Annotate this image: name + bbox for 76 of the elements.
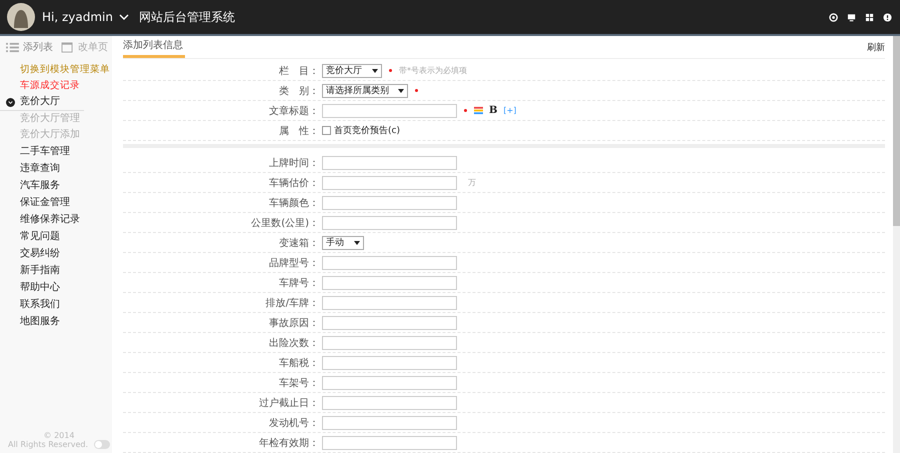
sidebar-section[interactable]: 竞价大厅 (20, 94, 60, 110)
user-menu[interactable]: Hi, zyadmin (42, 10, 113, 24)
monitor-icon[interactable] (847, 12, 856, 22)
field-label: 变速箱： (278, 236, 319, 250)
color-palette-icon[interactable] (474, 106, 483, 115)
bold-button[interactable]: B (489, 105, 498, 116)
sidebar-link[interactable]: 车源成交记录 (0, 78, 112, 94)
sidebar-item[interactable]: 联系我们 (0, 296, 112, 313)
sidebar-item[interactable]: 地图服务 (0, 313, 112, 330)
copyright-text: © 2014 (44, 431, 74, 440)
text-input[interactable] (322, 356, 457, 370)
sidebar-item[interactable]: 维修保养记录 (0, 211, 112, 228)
text-input[interactable] (322, 176, 457, 190)
field-label: 排放/车牌： (264, 296, 319, 310)
text-input[interactable] (322, 216, 457, 230)
text-input[interactable] (322, 276, 457, 290)
settings-icon[interactable] (829, 12, 838, 22)
text-input[interactable] (322, 436, 457, 450)
text-input[interactable] (322, 376, 457, 390)
avatar-icon[interactable] (6, 2, 36, 32)
field-label: 出险次数： (268, 336, 319, 350)
caret-icon[interactable] (119, 14, 129, 20)
field-label: 发动机号： (268, 416, 319, 430)
field-label: 事故原因： (268, 316, 319, 330)
field-label: 车辆颜色： (268, 196, 319, 210)
toggle-switch[interactable] (94, 440, 110, 449)
rights-text: All Rights Reserved. (8, 440, 88, 449)
sidebar-item[interactable]: 保证金管理 (0, 194, 112, 211)
field-label: 车架号： (278, 376, 319, 390)
checkbox[interactable] (322, 126, 331, 135)
field-label: 品牌型号： (268, 256, 319, 270)
sidebar-item[interactable]: 帮助中心 (0, 279, 112, 296)
sidebar-item[interactable]: 交易纠纷 (0, 245, 112, 262)
scrollbar[interactable] (893, 36, 900, 453)
collapse-icon[interactable] (6, 98, 15, 106)
field-label: 过户截止日： (258, 396, 319, 410)
text-input[interactable] (322, 396, 457, 410)
hint-text: 带*号表示为必填项 (399, 65, 467, 76)
app-title: 网站后台管理系统 (139, 8, 235, 26)
field-label: 上牌时间： (268, 156, 319, 170)
text-input[interactable] (322, 196, 457, 210)
checkbox-label: 首页竞价预告(c) (334, 124, 400, 137)
grid-icon[interactable] (865, 12, 874, 22)
select-field[interactable]: 竞价大厅 (322, 64, 382, 78)
field-label: 公里数(公里)： (250, 216, 319, 230)
field-label: 年检有效期： (258, 436, 319, 450)
unit-text: 万 (468, 177, 476, 188)
field-label: 文章标题： (268, 104, 319, 118)
text-input[interactable] (322, 316, 457, 330)
title-input[interactable] (322, 104, 457, 118)
refresh-link[interactable]: 刷新 (867, 41, 885, 58)
help-icon[interactable] (883, 12, 892, 22)
field-label: 车船税： (278, 356, 319, 370)
field-label: 车辆估价： (268, 176, 319, 190)
dropdown-icon (354, 240, 360, 244)
sidebar-item[interactable]: 常见问题 (0, 228, 112, 245)
page-icon (61, 42, 74, 52)
text-input[interactable] (322, 256, 457, 270)
list-icon (6, 42, 19, 52)
field-label: 栏 目： (278, 64, 319, 78)
sidebar-item[interactable]: 二手车管理 (0, 143, 112, 160)
content-tab[interactable]: 添加列表信息 (123, 38, 185, 58)
dropdown-icon (372, 68, 378, 72)
text-input[interactable] (322, 416, 457, 430)
text-input[interactable] (322, 156, 457, 170)
sidebar-item[interactable]: 汽车服务 (0, 177, 112, 194)
field-label: 车牌号： (278, 276, 319, 290)
sidebar-item[interactable]: 违章查询 (0, 160, 112, 177)
select-field[interactable]: 请选择所属类别 (322, 84, 408, 98)
dropdown-icon (398, 88, 404, 92)
field-label: 类 别： (278, 84, 319, 98)
text-input[interactable] (322, 336, 457, 350)
sidebar-item[interactable]: 新手指南 (0, 262, 112, 279)
select-field[interactable]: 手动 (322, 236, 364, 250)
field-label: 属 性： (278, 124, 319, 138)
text-input[interactable] (322, 296, 457, 310)
